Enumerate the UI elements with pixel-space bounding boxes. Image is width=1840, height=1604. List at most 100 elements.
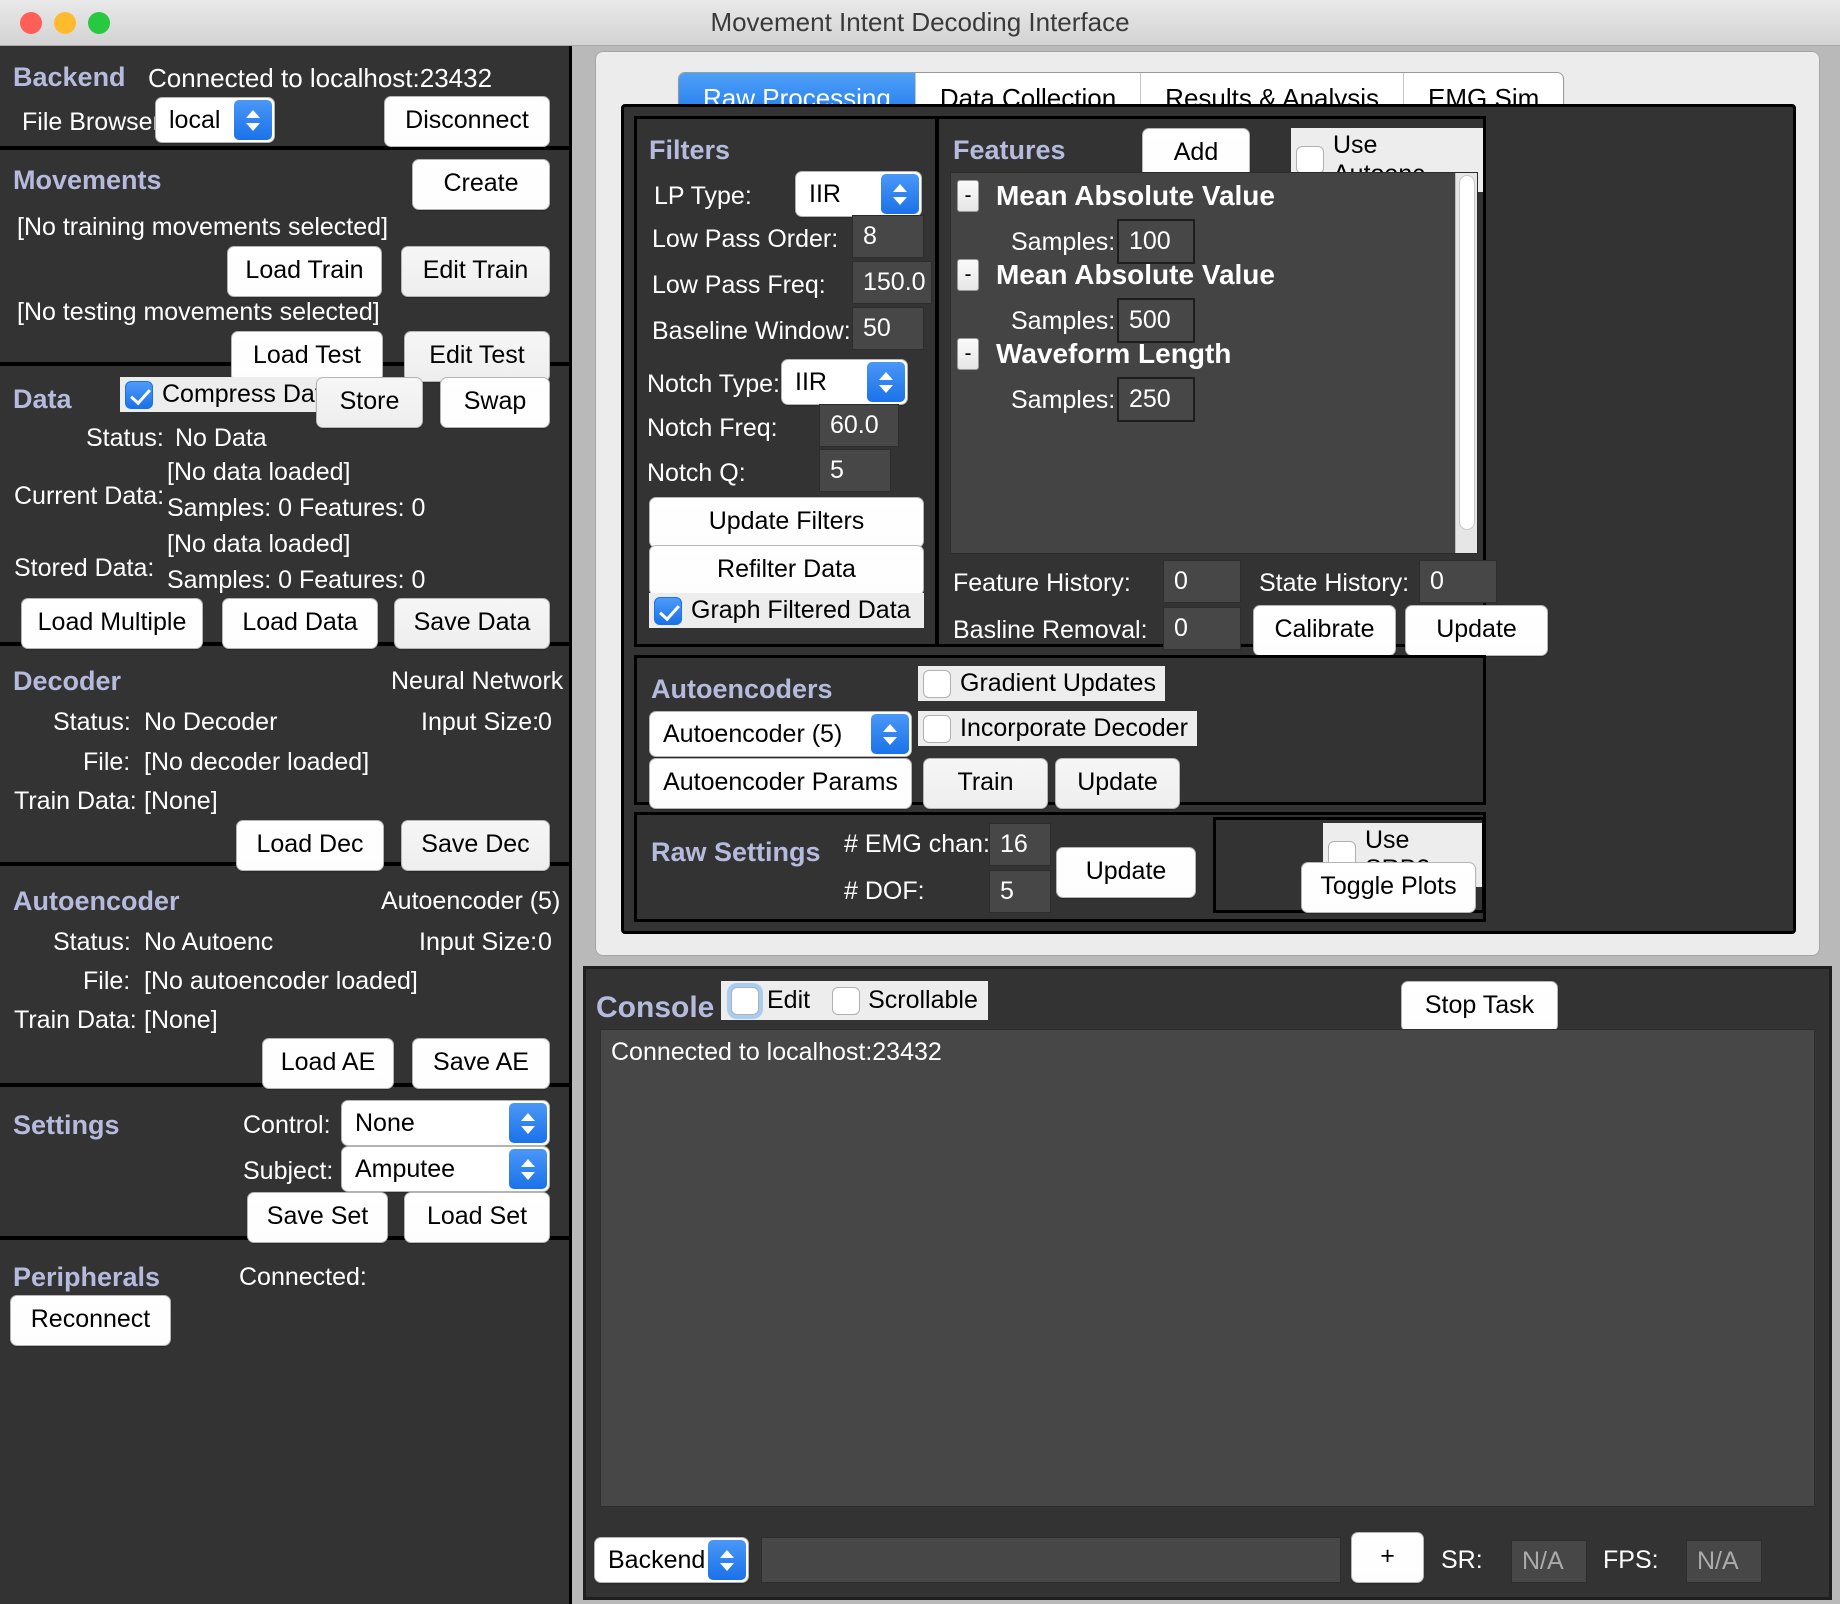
feature-item[interactable]: - Mean Absolute Value [957, 180, 1275, 212]
autoencoder-model-select[interactable]: Autoencoder (5) [649, 711, 912, 757]
load-settings-button[interactable]: Load Set [404, 1192, 550, 1243]
chevron-updown-icon [234, 100, 272, 140]
collapse-toggle-icon[interactable]: - [957, 180, 979, 212]
lp-type-select[interactable]: IIR [795, 171, 922, 217]
console-target-select[interactable]: Backend [594, 1537, 749, 1583]
load-decoder-button[interactable]: Load Dec [236, 820, 384, 871]
low-pass-order-input[interactable]: 8 [852, 215, 924, 258]
chevron-updown-icon [881, 174, 919, 214]
peripherals-title: Peripherals [13, 1262, 161, 1292]
low-pass-order-label: Low Pass Order: [652, 225, 839, 253]
checkbox-icon[interactable] [125, 380, 153, 409]
autoencoder-train-button[interactable]: Train [923, 758, 1048, 809]
file-browser-value: local [169, 105, 221, 134]
toggle-plots-button[interactable]: Toggle Plots [1301, 862, 1476, 913]
collapse-toggle-icon[interactable]: - [957, 259, 979, 291]
autoencoder-train-data-value: [None] [144, 1006, 218, 1034]
feature-item[interactable]: - Mean Absolute Value [957, 259, 1275, 291]
autoencoders-title: Autoencoders [651, 674, 833, 704]
notch-freq-label: Notch Freq: [647, 414, 778, 442]
decoder-status-value: No Decoder [144, 708, 278, 736]
decoder-type: Neural Network [391, 667, 564, 695]
checkbox-icon[interactable] [1296, 146, 1324, 174]
notch-q-input[interactable]: 5 [819, 449, 891, 492]
update-filters-button[interactable]: Update Filters [649, 497, 924, 548]
notch-freq-input[interactable]: 60.0 [819, 404, 899, 447]
tab-panel: Raw Processing Data Collection Results &… [595, 51, 1820, 956]
baseline-window-input[interactable]: 50 [852, 307, 924, 350]
incorporate-decoder-checkbox[interactable]: Incorporate Decoder [918, 711, 1197, 746]
reconnect-button[interactable]: Reconnect [10, 1295, 171, 1346]
console-toggles[interactable]: Edit Scrollable [721, 981, 988, 1020]
console-panel: Console Edit Scrollable Stop Task Connec… [583, 966, 1832, 1600]
notch-type-select[interactable]: IIR [781, 359, 908, 405]
dof-input[interactable]: 5 [989, 870, 1051, 913]
compress-data-checkbox[interactable]: Compress Data [120, 377, 345, 412]
feature-samples-input[interactable]: 100 [1117, 219, 1195, 264]
features-update-button[interactable]: Update [1405, 605, 1548, 656]
add-console-button[interactable]: + [1351, 1532, 1424, 1583]
scrollbar-thumb[interactable] [1459, 175, 1475, 530]
emg-chan-input[interactable]: 16 [989, 823, 1051, 866]
checkbox-icon[interactable] [923, 714, 951, 743]
graph-filtered-data-checkbox[interactable]: Graph Filtered Data [649, 593, 924, 628]
chevron-updown-icon [871, 714, 909, 754]
create-movement-button[interactable]: Create [412, 159, 550, 210]
stored-data-label: Stored Data: [14, 554, 155, 582]
refilter-data-button[interactable]: Refilter Data [649, 545, 924, 596]
load-multiple-button[interactable]: Load Multiple [21, 598, 203, 649]
feature-samples-input[interactable]: 500 [1117, 298, 1195, 343]
compress-data-label: Compress Data [162, 380, 336, 408]
feature-samples-input[interactable]: 250 [1117, 377, 1195, 422]
save-data-button[interactable]: Save Data [394, 598, 550, 649]
subject-value: Amputee [355, 1154, 456, 1183]
autoencoder-params-button[interactable]: Autoencoder Params [649, 758, 912, 809]
movements-title: Movements [13, 165, 162, 195]
checkbox-icon[interactable] [832, 986, 861, 1015]
gradient-updates-checkbox[interactable]: Gradient Updates [918, 666, 1165, 701]
checkbox-icon[interactable] [654, 596, 682, 625]
console-command-input[interactable] [761, 1537, 1341, 1583]
stop-task-button[interactable]: Stop Task [1401, 981, 1558, 1032]
fps-label: FPS: [1603, 1546, 1659, 1574]
incorporate-decoder-label: Incorporate Decoder [960, 714, 1188, 742]
checkbox-icon[interactable] [731, 986, 759, 1015]
calibrate-button[interactable]: Calibrate [1253, 605, 1396, 656]
feature-item[interactable]: - Waveform Length [957, 338, 1231, 370]
baseline-removal-input[interactable]: 0 [1163, 607, 1241, 650]
settings-group: Settings Control: None Subject: Amputee … [0, 1087, 569, 1243]
load-data-button[interactable]: Load Data [222, 598, 378, 649]
edit-train-button[interactable]: Edit Train [401, 246, 550, 297]
feature-list-scrollbar[interactable] [1455, 173, 1477, 553]
subject-select[interactable]: Amputee [341, 1146, 550, 1192]
feature-history-input[interactable]: 0 [1163, 560, 1241, 603]
data-group: Data Compress Data Store Swap Status: No… [0, 366, 569, 649]
data-status-value: No Data [175, 424, 267, 452]
save-decoder-button[interactable]: Save Dec [401, 820, 550, 871]
console-output[interactable]: Connected to localhost:23432 [600, 1029, 1815, 1507]
save-autoencoder-button[interactable]: Save AE [412, 1038, 550, 1089]
low-pass-freq-input[interactable]: 150.0 [852, 261, 932, 304]
disconnect-button[interactable]: Disconnect [384, 96, 550, 147]
collapse-toggle-icon[interactable]: - [957, 338, 979, 370]
save-settings-button[interactable]: Save Set [247, 1192, 388, 1243]
training-movements-status: [No training movements selected] [17, 213, 389, 241]
sr-label: SR: [1441, 1546, 1483, 1574]
raw-settings-update-button[interactable]: Update [1056, 847, 1196, 898]
settings-title: Settings [13, 1110, 120, 1140]
filters-title: Filters [649, 135, 731, 165]
load-train-button[interactable]: Load Train [227, 246, 382, 297]
load-autoencoder-button[interactable]: Load AE [262, 1038, 394, 1089]
file-browser-select[interactable]: local [155, 97, 275, 143]
swap-button[interactable]: Swap [440, 377, 550, 428]
autoencoder-file-label: File: [83, 967, 131, 995]
control-select[interactable]: None [341, 1100, 550, 1146]
decoder-train-data-label: Train Data: [14, 787, 137, 815]
store-button[interactable]: Store [316, 377, 423, 428]
checkbox-icon[interactable] [923, 669, 951, 698]
autoencoder-update-button[interactable]: Update [1055, 758, 1180, 809]
autoencoders-box: Autoencoders Gradient Updates Autoencode… [634, 655, 1486, 809]
stored-data-counts: Samples: 0 Features: 0 [167, 566, 426, 594]
feature-list[interactable]: - Mean Absolute Value Samples: 100 - Mea… [950, 172, 1478, 554]
state-history-input[interactable]: 0 [1419, 560, 1497, 603]
